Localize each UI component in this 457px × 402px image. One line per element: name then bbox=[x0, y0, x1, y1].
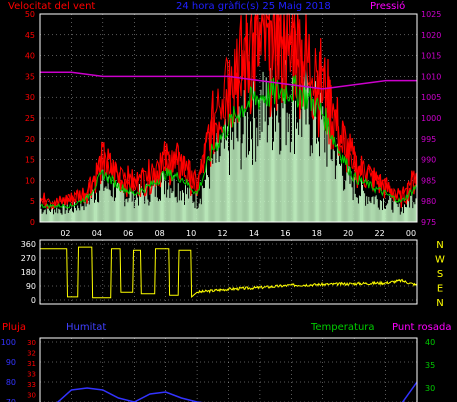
time-x-tick-label: 06 bbox=[123, 229, 133, 238]
pressure-y-tick-label: 1025 bbox=[421, 10, 441, 19]
compass-label: N bbox=[436, 240, 443, 251]
time-x-axis: 02 04 06 08 10 12 14 16 18 20 22 00 bbox=[60, 229, 416, 238]
time-x-tick-label: 12 bbox=[217, 229, 227, 238]
wind-y-tick-label: 35 bbox=[25, 72, 35, 81]
time-x-tick-label: 10 bbox=[186, 229, 196, 238]
wind-y-tick-label: 10 bbox=[25, 176, 35, 185]
rain-y-tick-label: 33 bbox=[27, 371, 36, 379]
wind-direction-chart: 090180270360 NWSEN bbox=[21, 239, 445, 309]
rain-y-axis: 30 32 31 33 33 30 bbox=[27, 339, 36, 400]
wind-y-axis: 0 5 10 15 20 25 30 35 40 45 50 bbox=[25, 10, 35, 227]
rain-y-tick-label: 32 bbox=[27, 350, 36, 358]
compass-labels: NWSEN bbox=[435, 240, 445, 309]
pressure-y-tick-label: 985 bbox=[421, 176, 436, 185]
humidity-chart: Pluja Humitat Temperatura Punt rosada 10… bbox=[1, 322, 451, 402]
compass-label: E bbox=[437, 284, 443, 295]
temperature-y-tick-label: 30 bbox=[425, 384, 435, 393]
humidity-y-tick-label: 90 bbox=[6, 358, 16, 367]
wind-y-tick-label: 25 bbox=[25, 114, 35, 123]
direction-y-tick-label: 0 bbox=[31, 296, 36, 305]
pressure-y-tick-label: 1020 bbox=[421, 31, 441, 40]
humidity-y-tick-label: 80 bbox=[6, 378, 16, 387]
wind-y-tick-label: 15 bbox=[25, 156, 35, 165]
temperature-y-tick-label: 40 bbox=[425, 338, 435, 347]
dew-point-label: Punt rosada bbox=[392, 322, 451, 333]
temperature-label: Temperatura bbox=[310, 322, 375, 333]
time-x-tick-label: 04 bbox=[92, 229, 102, 238]
direction-y-tick-label: 360 bbox=[21, 240, 36, 249]
rain-label: Pluja bbox=[2, 322, 26, 333]
humidity-y-tick-label: 70 bbox=[6, 398, 16, 402]
wind-y-tick-label: 0 bbox=[30, 218, 35, 227]
chart-date-title: 24 hora gràfic(s) 25 Maig 2018 bbox=[176, 0, 331, 12]
pressure-y-tick-label: 1000 bbox=[421, 114, 441, 123]
direction-y-axis: 0 90 180 270 360 bbox=[21, 240, 36, 305]
pressure-y-tick-label: 975 bbox=[421, 218, 436, 227]
direction-y-tick-label: 90 bbox=[26, 282, 36, 291]
pressure-title: Pressió bbox=[370, 0, 405, 12]
humidity-y-tick-label: 100 bbox=[1, 338, 16, 347]
pressure-y-tick-label: 995 bbox=[421, 135, 436, 144]
wind-y-tick-label: 45 bbox=[25, 31, 35, 40]
time-x-tick-label: 20 bbox=[343, 229, 353, 238]
wind-speed-chart: Velocitat del vent 24 hora gràfic(s) 25 … bbox=[8, 0, 441, 238]
direction-grid bbox=[40, 240, 418, 304]
wind-y-tick-label: 50 bbox=[25, 10, 35, 19]
compass-label: W bbox=[435, 255, 445, 266]
pressure-y-tick-label: 1010 bbox=[421, 72, 441, 81]
rain-y-tick-label: 31 bbox=[27, 360, 36, 368]
compass-label: S bbox=[437, 269, 443, 280]
humidity-label: Humitat bbox=[66, 322, 106, 333]
time-x-tick-label: 18 bbox=[312, 229, 322, 238]
wind-y-tick-label: 40 bbox=[25, 52, 35, 61]
compass-label: N bbox=[436, 298, 443, 309]
time-x-tick-label: 02 bbox=[60, 229, 70, 238]
time-x-tick-label: 08 bbox=[155, 229, 165, 238]
rain-y-tick-label: 33 bbox=[27, 381, 36, 389]
rain-y-tick-label: 30 bbox=[27, 339, 36, 347]
pressure-y-tick-label: 990 bbox=[421, 156, 436, 165]
time-x-tick-label: 22 bbox=[374, 229, 384, 238]
time-x-tick-label: 16 bbox=[280, 229, 290, 238]
rain-y-tick-label: 30 bbox=[27, 392, 36, 400]
humidity-y-axis: 100 90 80 70 bbox=[1, 338, 16, 402]
wind-y-tick-label: 30 bbox=[25, 93, 35, 102]
temperature-y-tick-label: 35 bbox=[425, 361, 435, 370]
direction-y-tick-label: 180 bbox=[21, 268, 36, 277]
weather-charts: Velocitat del vent 24 hora gràfic(s) 25 … bbox=[1, 0, 451, 402]
pressure-y-axis: 975 980 985 990 995 1000 1005 1010 1015 1020 1025 bbox=[421, 10, 441, 227]
pressure-y-tick-label: 1005 bbox=[421, 93, 441, 102]
wind-y-tick-label: 5 bbox=[30, 197, 35, 206]
pressure-y-tick-label: 1015 bbox=[421, 52, 441, 61]
wind-speed-title: Velocitat del vent bbox=[8, 1, 95, 12]
humidity-grid bbox=[40, 338, 418, 402]
time-x-tick-label: 00 bbox=[406, 229, 416, 238]
temperature-y-axis: 40 35 30 bbox=[425, 338, 435, 393]
time-x-tick-label: 14 bbox=[249, 229, 259, 238]
pressure-y-tick-label: 980 bbox=[421, 197, 436, 206]
wind-y-tick-label: 20 bbox=[25, 135, 35, 144]
direction-y-tick-label: 270 bbox=[21, 254, 36, 263]
